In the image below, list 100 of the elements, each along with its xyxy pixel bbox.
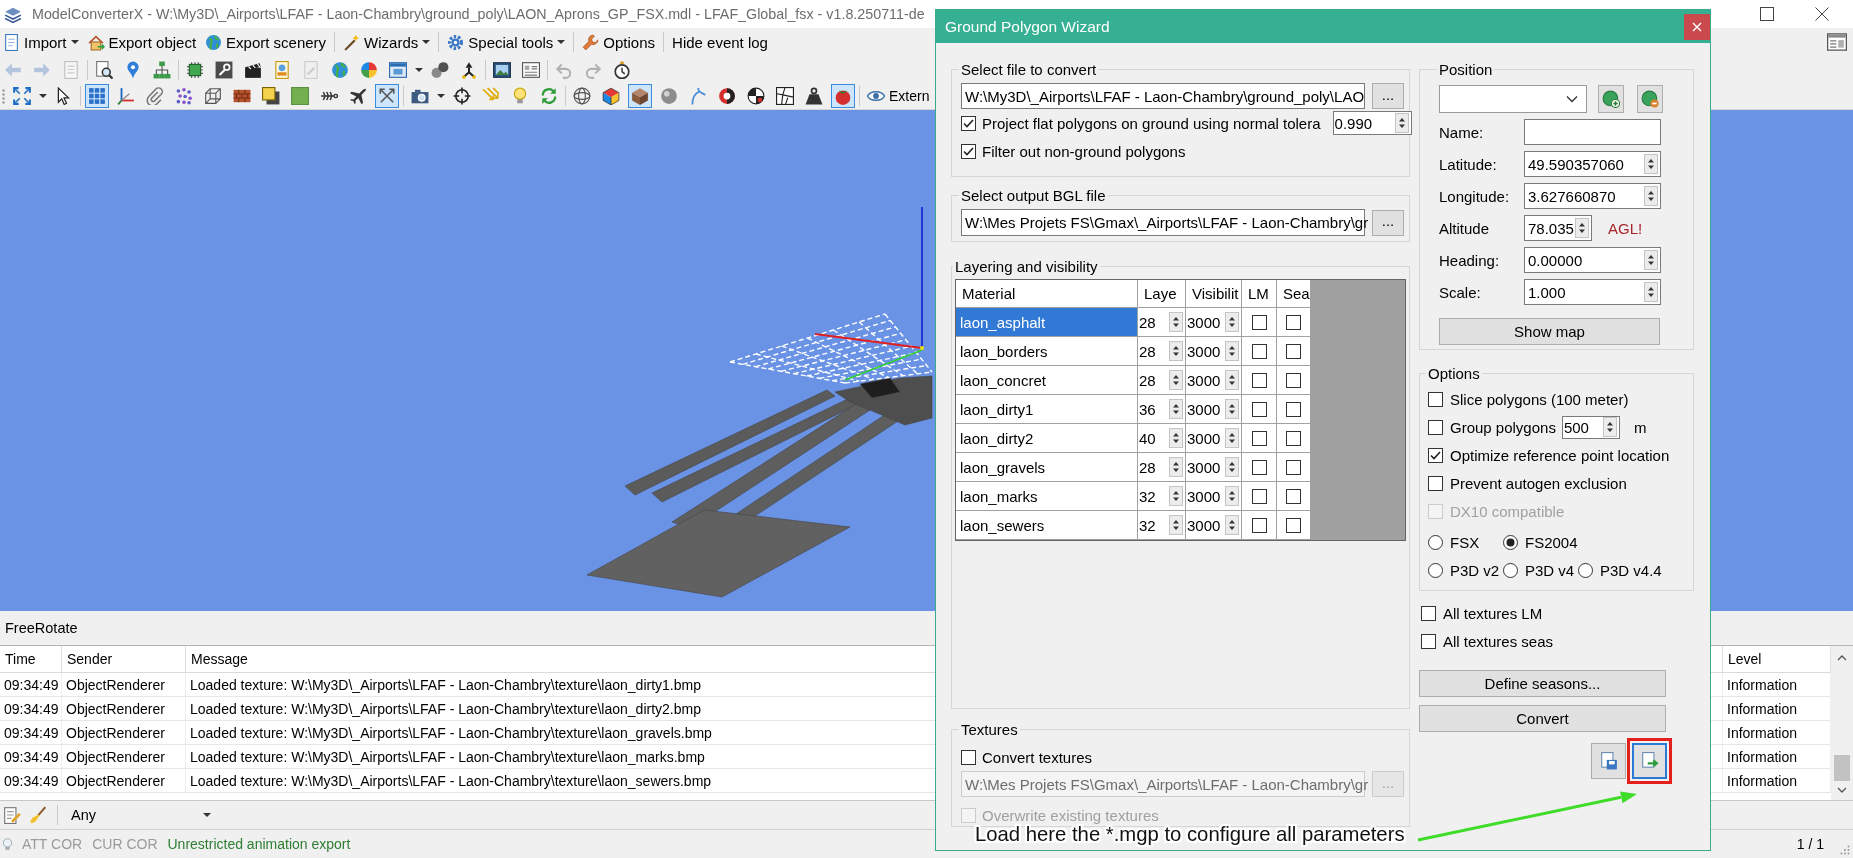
layer-spin-field[interactable]: 28: [1138, 337, 1186, 366]
number-field[interactable]: 78.035: [1524, 215, 1592, 241]
checkbox[interactable]: [1286, 430, 1301, 446]
material-name[interactable]: laon_dirty2: [956, 424, 1138, 453]
cursor-icon[interactable]: [55, 87, 73, 105]
textured-cube-icon[interactable]: [628, 84, 652, 108]
menu-button[interactable]: Options: [579, 30, 659, 54]
visibility-spin-field[interactable]: 3000: [1186, 453, 1242, 482]
spin-arrows-icon[interactable]: [1169, 428, 1183, 448]
broom-icon[interactable]: [29, 806, 47, 824]
close-button[interactable]: [1684, 13, 1710, 40]
tomato-icon[interactable]: [831, 84, 855, 108]
menu-button[interactable]: Export object: [84, 30, 200, 54]
wireframe-sphere-icon[interactable]: [573, 87, 591, 105]
paperclip-icon[interactable]: [146, 87, 164, 105]
caret-icon[interactable]: [203, 811, 211, 819]
toolbar-grip-icon[interactable]: [2, 88, 5, 104]
checkbox[interactable]: [1286, 343, 1301, 359]
visibility-spin-field[interactable]: 3000: [1186, 337, 1242, 366]
checkbox[interactable]: [1421, 633, 1436, 649]
spin-arrows-icon[interactable]: [1169, 399, 1183, 419]
crossed-arrows-icon[interactable]: [375, 84, 399, 108]
material-name[interactable]: laon_concret: [956, 366, 1138, 395]
brick-wall-icon[interactable]: [233, 87, 251, 105]
column-header[interactable]: Sea: [1283, 285, 1310, 302]
spin-arrows-icon[interactable]: [1169, 341, 1183, 361]
checkbox[interactable]: [1251, 459, 1267, 475]
caret-icon[interactable]: [39, 92, 47, 100]
material-name[interactable]: laon_asphalt: [956, 308, 1138, 337]
remove-location-button[interactable]: [1637, 85, 1663, 113]
checkbox[interactable]: [1251, 430, 1267, 446]
spin-arrows-icon[interactable]: [1225, 515, 1239, 535]
notepad-pencil-icon[interactable]: [3, 806, 21, 824]
toolbar-button[interactable]: Extern: [864, 84, 930, 108]
caret-icon[interactable]: [415, 65, 423, 74]
clapperboard-icon[interactable]: [244, 60, 262, 79]
menu-button[interactable]: Wizards: [340, 30, 434, 54]
spin-arrows-icon[interactable]: [1602, 417, 1617, 437]
column-header[interactable]: Sender: [67, 651, 113, 667]
spin-arrows-icon[interactable]: [1644, 154, 1658, 174]
number-field[interactable]: 0.00000: [1524, 247, 1661, 273]
text-field[interactable]: [1524, 119, 1661, 145]
spin-arrows-icon[interactable]: [1225, 312, 1239, 332]
color-wheel-icon[interactable]: [360, 60, 378, 79]
refresh-icon[interactable]: [540, 87, 558, 105]
spin-arrows-icon[interactable]: [1225, 399, 1239, 419]
radio-button[interactable]: [1503, 562, 1518, 578]
size-grip-icon[interactable]: [1840, 845, 1850, 855]
radio-button[interactable]: [1428, 534, 1443, 550]
column-header[interactable]: Message: [191, 651, 248, 667]
column-header[interactable]: Laye: [1144, 285, 1177, 302]
caret-icon[interactable]: [70, 38, 79, 46]
color-cube-icon[interactable]: [602, 87, 620, 105]
bent-line-icon[interactable]: [689, 87, 707, 105]
layer-spin-field[interactable]: 40: [1138, 424, 1186, 453]
spin-arrows-icon[interactable]: [1225, 486, 1239, 506]
spin-arrows-icon[interactable]: [1169, 486, 1183, 506]
checkbox[interactable]: [961, 115, 976, 131]
material-name[interactable]: laon_dirty1: [956, 395, 1138, 424]
grid-icon[interactable]: [85, 84, 109, 108]
checkbox[interactable]: [1286, 517, 1301, 533]
xml-file-icon[interactable]: [273, 60, 291, 79]
caret-icon[interactable]: [422, 38, 431, 46]
spheres-icon[interactable]: [431, 60, 449, 79]
checkbox[interactable]: [1251, 401, 1267, 417]
shaded-square-icon[interactable]: [262, 87, 280, 105]
crosshair-icon[interactable]: [453, 87, 471, 105]
cracked-tile-icon[interactable]: [776, 87, 794, 105]
document-search-icon[interactable]: [95, 60, 113, 79]
spin-arrows-icon[interactable]: [1169, 312, 1183, 332]
map-pin-icon[interactable]: [124, 60, 142, 79]
convert-button[interactable]: Convert: [1419, 705, 1666, 732]
scrollbar-thumb[interactable]: [1834, 755, 1850, 781]
checkbox[interactable]: [1286, 401, 1301, 417]
browse-button[interactable]: ...: [1372, 83, 1404, 109]
chip-icon[interactable]: [186, 60, 204, 79]
number-field[interactable]: 500: [1561, 415, 1620, 439]
checkbox[interactable]: [1251, 372, 1267, 388]
visibility-spin-field[interactable]: 3000: [1186, 511, 1242, 540]
layer-spin-field[interactable]: 32: [1138, 511, 1186, 540]
checkbox[interactable]: [961, 749, 976, 765]
column-header[interactable]: Material: [962, 285, 1016, 302]
globe-icon[interactable]: [331, 60, 349, 79]
radio-button[interactable]: [1503, 534, 1518, 550]
add-location-button[interactable]: [1598, 85, 1624, 113]
wireframe-cube-icon[interactable]: [204, 87, 222, 105]
window-icon[interactable]: [389, 60, 407, 79]
menu-button[interactable]: Export scenery: [202, 30, 330, 54]
checkbox[interactable]: [1428, 391, 1443, 407]
ball-icon[interactable]: [718, 87, 736, 105]
visibility-spin-field[interactable]: 3000: [1186, 308, 1242, 337]
visibility-spin-field[interactable]: 3000: [1186, 424, 1242, 453]
spin-arrows-icon[interactable]: [1169, 370, 1183, 390]
save-button[interactable]: [1591, 743, 1626, 779]
spin-arrows-icon[interactable]: [1169, 515, 1183, 535]
radio-button[interactable]: [1428, 562, 1443, 578]
layer-spin-field[interactable]: 28: [1138, 453, 1186, 482]
vertical-scrollbar[interactable]: [1831, 646, 1853, 800]
weight-icon[interactable]: [805, 87, 823, 105]
checkbox[interactable]: [1251, 517, 1267, 533]
